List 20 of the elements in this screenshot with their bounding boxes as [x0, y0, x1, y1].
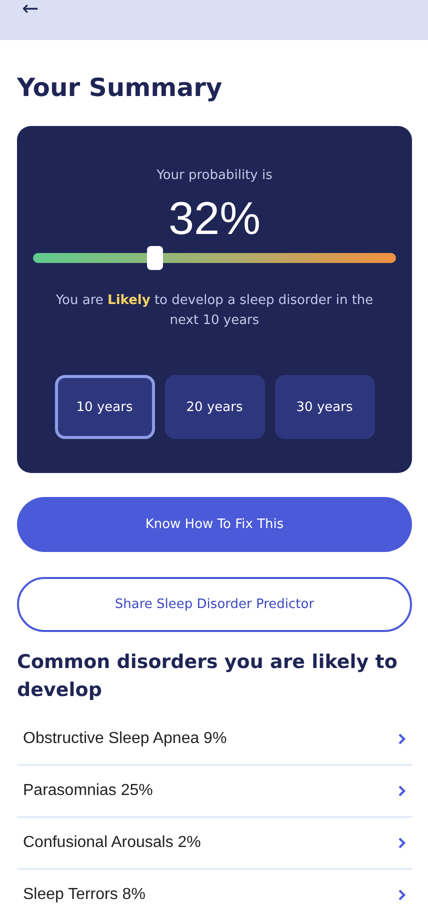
period-tab[interactable]: 10 years: [54, 375, 154, 439]
fix-button[interactable]: Know How To Fix This: [17, 497, 412, 552]
disorder-row[interactable]: Confusional Arousals 2%: [17, 818, 412, 868]
share-button[interactable]: Share Sleep Disorder Predictor: [17, 577, 412, 632]
probability-message: You are Likely to develop a sleep disorder in the next 10 years: [54, 292, 374, 330]
disorder-row[interactable]: Sleep Terrors 8%: [17, 870, 412, 916]
chevron-right-icon: [398, 889, 406, 901]
period-tab[interactable]: 20 years: [164, 375, 264, 439]
probability-value: 32%: [168, 191, 261, 245]
page-title: Your Summary: [17, 72, 224, 104]
chevron-right-icon: [398, 733, 406, 745]
disorder-row[interactable]: Parasomnias 25%: [17, 766, 412, 816]
chevron-right-icon: [398, 837, 406, 849]
back-button[interactable]: ←: [22, 0, 39, 18]
disorder-row[interactable]: Obstructive Sleep Apnea 9%: [17, 714, 412, 764]
slider-thumb[interactable]: [146, 246, 163, 270]
period-tab[interactable]: 30 years: [274, 375, 374, 439]
probability-caption: Your probability is: [156, 168, 272, 183]
chevron-right-icon: [398, 785, 406, 797]
section-heading: Common disorders you are likely to develop: [17, 650, 398, 703]
